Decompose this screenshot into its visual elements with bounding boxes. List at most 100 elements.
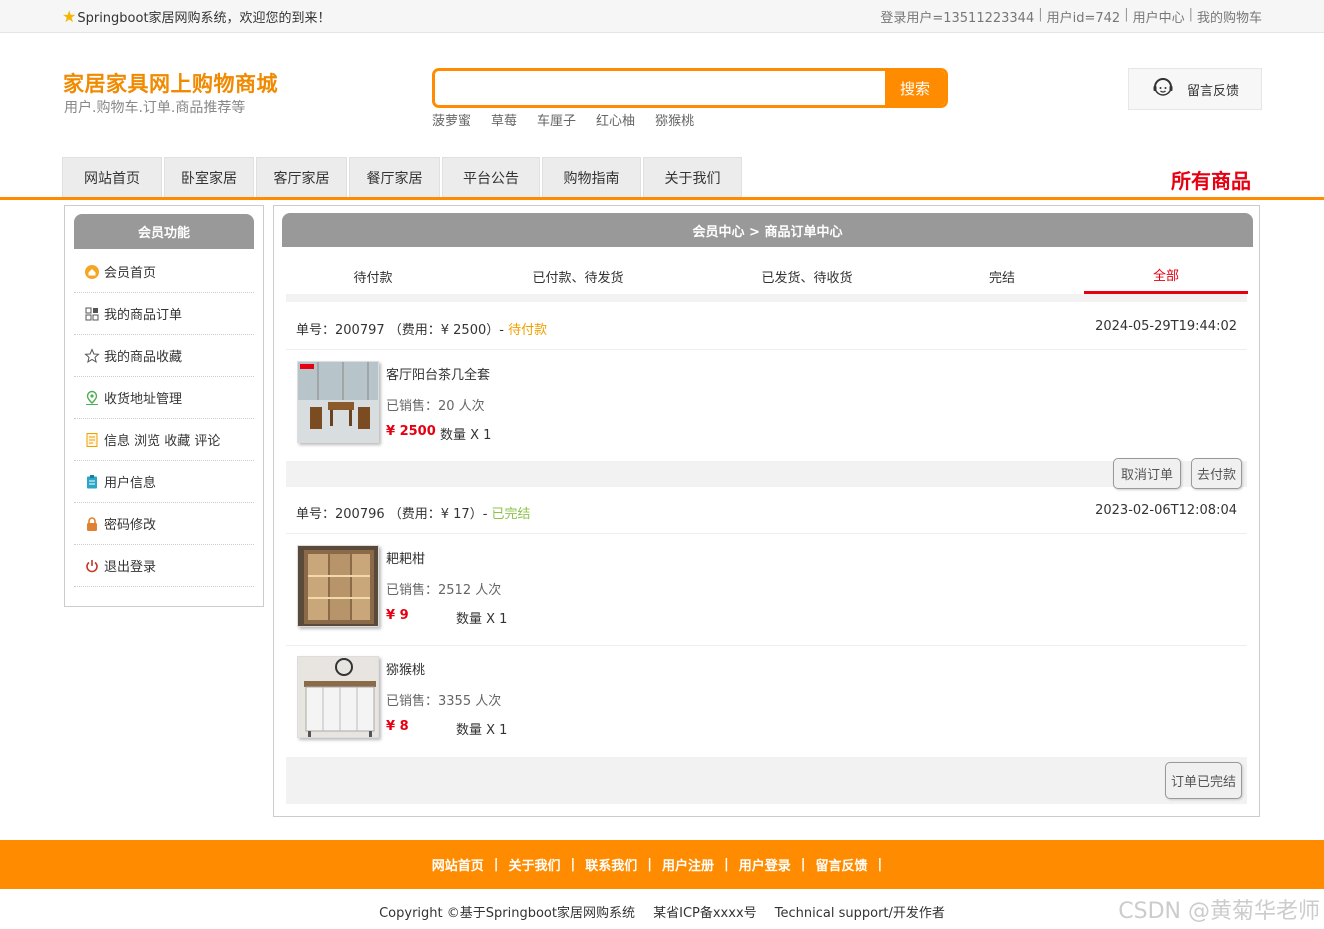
nav-tab-bedroom[interactable]: 卧室家居 bbox=[164, 157, 254, 197]
product-sold-count: 已销售：2512 人次 bbox=[386, 583, 502, 598]
hot-word[interactable]: 红心柚 bbox=[596, 110, 635, 129]
power-icon bbox=[84, 558, 100, 574]
customer-service-icon bbox=[1151, 75, 1175, 103]
sidebar-item-label: 用户信息 bbox=[104, 476, 157, 491]
document-icon bbox=[84, 432, 100, 448]
icp-text: 某省ICP备xxxx号 bbox=[653, 906, 757, 921]
grid-icon bbox=[84, 306, 100, 322]
sidebar-item-my-orders[interactable]: 我的商品订单 bbox=[74, 293, 254, 335]
sidebar-item-label: 收货地址管理 bbox=[104, 392, 183, 407]
star-icon: ★ bbox=[62, 6, 77, 26]
product-image[interactable] bbox=[297, 656, 379, 738]
user-links: 登录用户=13511223344 | 用户id=742 | 用户中心 | 我的购… bbox=[880, 7, 1262, 26]
hot-word[interactable]: 车厘子 bbox=[537, 110, 576, 129]
order-status-tabs: 待付款 已付款、待发货 已发货、待收货 完结 全部 bbox=[282, 258, 1248, 294]
nav-tab-home[interactable]: 网站首页 bbox=[62, 157, 162, 197]
tab-paid-awaiting-shipment[interactable]: 已付款、待发货 bbox=[492, 258, 664, 294]
footer-link-about[interactable]: 关于我们 bbox=[508, 855, 560, 874]
product-quantity: 数量 X 1 bbox=[440, 428, 492, 443]
user-center-link[interactable]: 用户中心 bbox=[1133, 7, 1185, 26]
product-sold-count: 已销售：3355 人次 bbox=[386, 694, 502, 709]
product-sold-count: 已销售：20 人次 bbox=[386, 399, 485, 414]
sidebar-item-label: 我的商品收藏 bbox=[104, 350, 183, 365]
welcome-text: Springboot家居网购系统，欢迎您的到来！ bbox=[77, 11, 331, 26]
sidebar-item-user-info[interactable]: 用户信息 bbox=[74, 461, 254, 503]
footer-link-login[interactable]: 用户登录 bbox=[739, 855, 791, 874]
hot-word[interactable]: 猕猴桃 bbox=[655, 110, 694, 129]
sidebar-item-logout[interactable]: 退出登录 bbox=[74, 545, 254, 587]
footer-link-feedback[interactable]: 留言反馈 bbox=[816, 855, 868, 874]
main-nav: 网站首页 卧室家居 客厅家居 餐厅家居 平台公告 购物指南 关于我们 bbox=[62, 157, 742, 197]
search-input[interactable] bbox=[435, 71, 885, 105]
location-icon bbox=[84, 390, 100, 406]
lock-icon bbox=[84, 516, 100, 532]
member-sidebar: 会员功能 会员首页 我的商品订单 我的商品收藏 收货地址管理 信息 浏览 收藏 … bbox=[64, 205, 264, 607]
product-price: ¥ 2500 bbox=[386, 424, 436, 439]
copyright-text: Copyright ©基于Springboot家居网购系统 bbox=[379, 906, 635, 921]
nav-divider bbox=[0, 197, 1324, 200]
site-title[interactable]: 家居家具网上购物商城 bbox=[63, 68, 278, 98]
tab-completed[interactable]: 完结 bbox=[922, 258, 1082, 294]
footer-link-home[interactable]: 网站首页 bbox=[432, 855, 484, 874]
nav-tab-dining-room[interactable]: 餐厅家居 bbox=[349, 157, 440, 197]
nav-tab-announcements[interactable]: 平台公告 bbox=[442, 157, 540, 197]
order-number: 单号：200796 （费用：¥ 17）- bbox=[296, 507, 488, 522]
sidebar-item-label: 退出登录 bbox=[104, 560, 157, 575]
search-button[interactable]: 搜索 bbox=[885, 71, 945, 105]
hot-word[interactable]: 菠萝蜜 bbox=[432, 110, 471, 129]
hot-word[interactable]: 草莓 bbox=[491, 110, 517, 129]
sidebar-item-member-home[interactable]: 会员首页 bbox=[74, 251, 254, 293]
sidebar-item-my-favorites[interactable]: 我的商品收藏 bbox=[74, 335, 254, 377]
sidebar-item-label: 我的商品订单 bbox=[104, 308, 183, 323]
top-bar: ★ Springboot家居网购系统，欢迎您的到来！ 登录用户=13511223… bbox=[0, 0, 1324, 33]
login-user-text: 登录用户=13511223344 bbox=[880, 11, 1035, 26]
clipboard-icon bbox=[84, 474, 100, 490]
product-name[interactable]: 猕猴桃 bbox=[386, 659, 425, 678]
footer-link-register[interactable]: 用户注册 bbox=[662, 855, 714, 874]
user-id-text: 用户id=742 bbox=[1046, 11, 1121, 26]
search-bar: 搜索 bbox=[432, 68, 948, 108]
cancel-order-button[interactable]: 取消订单 bbox=[1113, 458, 1181, 489]
home-icon bbox=[84, 264, 100, 280]
product-quantity: 数量 X 1 bbox=[456, 723, 508, 738]
tab-pending-payment[interactable]: 待付款 bbox=[287, 258, 459, 294]
tab-shipped-awaiting-receipt[interactable]: 已发货、待收货 bbox=[721, 258, 893, 294]
sidebar-item-label: 会员首页 bbox=[104, 266, 157, 281]
sidebar-item-address[interactable]: 收货地址管理 bbox=[74, 377, 254, 419]
order-action-bar bbox=[286, 461, 1247, 487]
sidebar-item-change-password[interactable]: 密码修改 bbox=[74, 503, 254, 545]
order-status-badge: 已完结 bbox=[491, 507, 531, 522]
order-date: 2024-05-29T19:44:02 bbox=[1095, 319, 1237, 334]
nav-tab-shopping-guide[interactable]: 购物指南 bbox=[542, 157, 641, 197]
sidebar-item-label: 密码修改 bbox=[104, 518, 157, 533]
product-image[interactable] bbox=[297, 545, 379, 627]
product-image[interactable] bbox=[297, 361, 379, 443]
sidebar-title: 会员功能 bbox=[74, 214, 254, 249]
nav-tab-living-room[interactable]: 客厅家居 bbox=[256, 157, 347, 197]
hot-search-words: 菠萝蜜 草莓 车厘子 红心柚 猕猴桃 bbox=[432, 110, 694, 129]
sidebar-item-label: 信息 浏览 收藏 评论 bbox=[104, 434, 221, 449]
divider bbox=[286, 645, 1247, 646]
product-price: ¥ 9 bbox=[386, 608, 409, 623]
product-quantity: 数量 X 1 bbox=[456, 612, 508, 627]
star-icon bbox=[84, 347, 100, 364]
divider bbox=[286, 349, 1247, 350]
all-goods-link[interactable]: 所有商品 bbox=[1171, 165, 1251, 194]
product-name[interactable]: 耙耙柑 bbox=[386, 548, 425, 567]
pay-button[interactable]: 去付款 bbox=[1191, 458, 1242, 489]
order-completed-button[interactable]: 订单已完结 bbox=[1165, 762, 1242, 799]
order-number: 单号：200797 （费用：¥ 2500）- bbox=[296, 323, 504, 338]
support-text: Technical support/开发作者 bbox=[774, 906, 945, 921]
sidebar-item-browse-history[interactable]: 信息 浏览 收藏 评论 bbox=[74, 419, 254, 461]
nav-tab-about-us[interactable]: 关于我们 bbox=[643, 157, 742, 197]
order-header: 单号：200796 （费用：¥ 17）- 已完结 bbox=[296, 503, 531, 522]
product-name[interactable]: 客厅阳台茶几全套 bbox=[386, 364, 490, 383]
order-status-badge: 待付款 bbox=[508, 323, 548, 338]
order-action-bar bbox=[286, 757, 1247, 804]
panel-title: 会员中心 > 商品订单中心 bbox=[282, 213, 1253, 247]
feedback-button[interactable]: 留言反馈 bbox=[1128, 68, 1262, 110]
footer-link-contact[interactable]: 联系我们 bbox=[585, 855, 637, 874]
tab-all[interactable]: 全部 bbox=[1084, 258, 1248, 294]
divider bbox=[286, 533, 1247, 534]
my-cart-link[interactable]: 我的购物车 bbox=[1197, 7, 1262, 26]
